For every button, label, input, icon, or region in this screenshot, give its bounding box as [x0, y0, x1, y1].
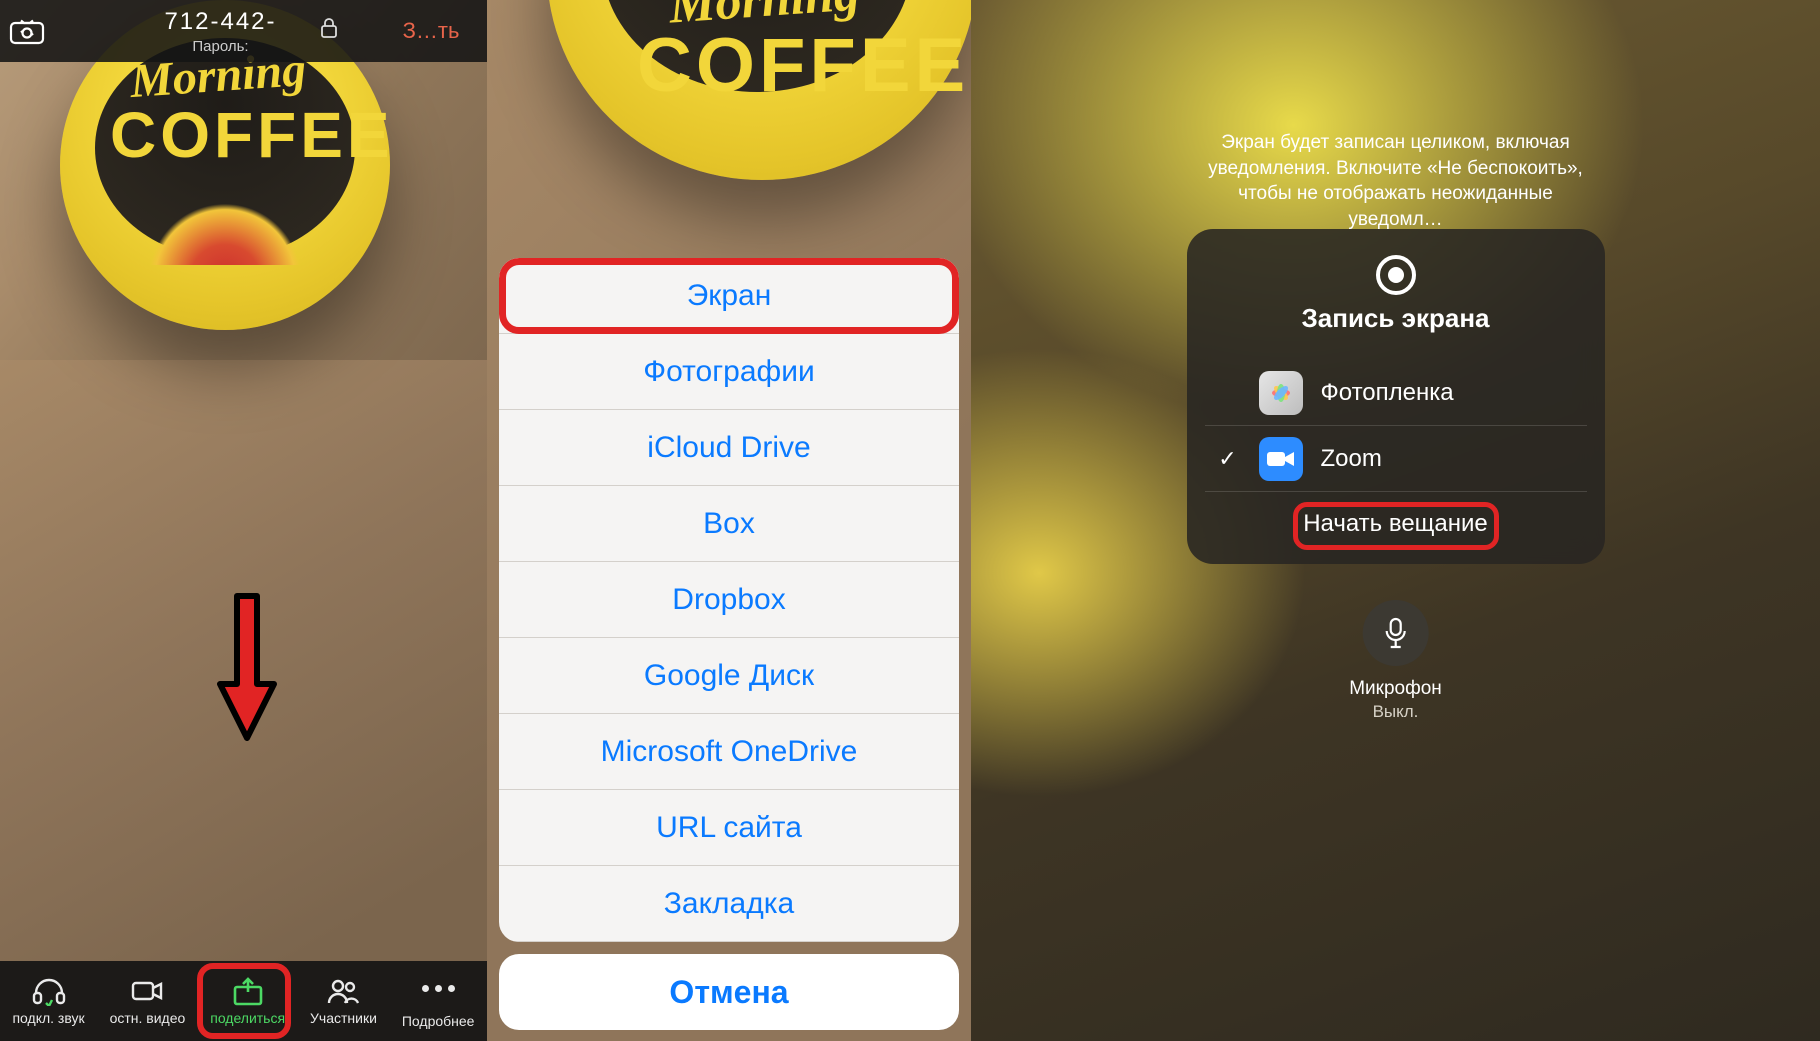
meeting-bottom-toolbar: подкл. звук остн. видео поделиться Участ…	[0, 961, 487, 1041]
microphone-toggle[interactable]: Микрофон Выкл.	[1349, 600, 1442, 722]
lock-icon	[320, 17, 338, 44]
mug-text-line2: COFFEE	[110, 98, 394, 172]
zoom-app-icon	[1259, 437, 1303, 481]
participants-label: Участники	[310, 1010, 377, 1026]
share-button-label: поделиться	[210, 1010, 285, 1026]
record-icon	[1376, 255, 1416, 295]
broadcast-notice: Экран будет записан целиком, включая уве…	[1196, 130, 1596, 233]
start-broadcast-button[interactable]: Начать вещание	[1205, 492, 1587, 542]
participants-button[interactable]: Участники	[310, 976, 377, 1026]
share-option-onedrive[interactable]: Microsoft OneDrive	[499, 714, 959, 790]
share-action-sheet-view: Morning COFFEE Экран Фотографии iCloud D…	[487, 0, 971, 1041]
join-audio-button[interactable]: подкл. звук	[12, 976, 84, 1026]
meeting-top-bar: 712-442- Пароль: З…ть	[0, 0, 487, 62]
microphone-icon	[1363, 600, 1429, 666]
microphone-state: Выкл.	[1349, 702, 1442, 722]
share-button[interactable]: поделиться	[210, 976, 285, 1026]
mug-text-line2: COFFEE	[637, 22, 969, 109]
share-option-url[interactable]: URL сайта	[499, 790, 959, 866]
zoom-meeting-view: Morning COFFEE 712-442- Пароль: З…ть	[0, 0, 487, 1041]
broadcast-dest-zoom-label: Zoom	[1321, 445, 1382, 473]
annotation-arrow-down	[216, 592, 278, 749]
photos-app-icon	[1259, 371, 1303, 415]
switch-camera-button[interactable]	[0, 17, 54, 45]
cancel-button[interactable]: Отмена	[499, 954, 959, 1030]
stop-video-label: остн. видео	[110, 1010, 186, 1026]
more-label: Подробнее	[402, 1013, 475, 1029]
microphone-label: Микрофон	[1349, 678, 1442, 700]
share-option-photos[interactable]: Фотографии	[499, 334, 959, 410]
broadcast-picker-view: Экран будет записан целиком, включая уве…	[971, 0, 1820, 1041]
broadcast-dest-zoom[interactable]: ✓ Zoom	[1205, 426, 1587, 492]
share-option-bookmark[interactable]: Закладка	[499, 866, 959, 942]
share-option-screen[interactable]: Экран	[499, 258, 959, 334]
share-option-google-drive[interactable]: Google Диск	[499, 638, 959, 714]
share-option-icloud[interactable]: iCloud Drive	[499, 410, 959, 486]
join-audio-label: подкл. звук	[12, 1010, 84, 1026]
share-sheet: Экран Фотографии iCloud Drive Box Dropbo…	[499, 258, 959, 942]
share-option-dropbox[interactable]: Dropbox	[499, 562, 959, 638]
end-meeting-button[interactable]: З…ть	[387, 18, 487, 44]
broadcast-dest-photos-label: Фотопленка	[1321, 379, 1454, 407]
camera-feed: Morning COFFEE	[0, 0, 487, 1041]
stop-video-button[interactable]: остн. видео	[110, 976, 186, 1026]
screen-record-card: Запись экрана Фотопленка ✓ Zo	[1187, 229, 1605, 564]
more-button[interactable]: Подробнее	[402, 973, 475, 1029]
checkmark-icon: ✓	[1215, 446, 1241, 472]
share-option-box[interactable]: Box	[499, 486, 959, 562]
screen-record-title: Запись экрана	[1205, 303, 1587, 334]
broadcast-dest-photos[interactable]: Фотопленка	[1205, 360, 1587, 426]
more-icon	[422, 973, 455, 1003]
